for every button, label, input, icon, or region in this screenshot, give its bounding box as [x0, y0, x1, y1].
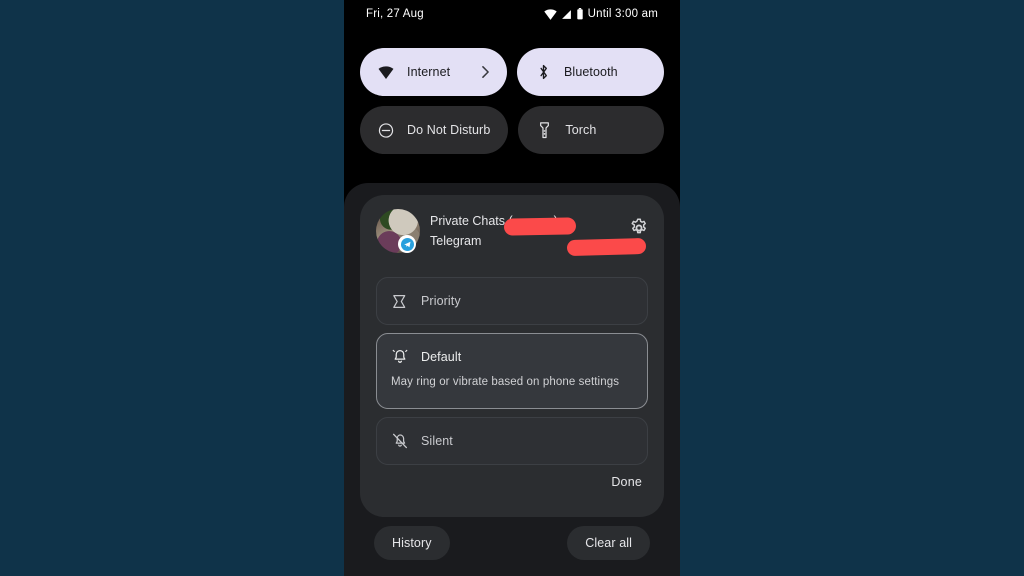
option-priority[interactable]: Priority	[376, 277, 648, 325]
option-silent[interactable]: Silent	[376, 417, 648, 465]
dnd-status-text: Until 3:00 am	[587, 8, 658, 20]
qs-tile-label: Do Not Disturb	[407, 123, 491, 137]
wifi-icon	[378, 64, 394, 80]
qs-tile-label: Internet	[407, 65, 451, 79]
redaction-mark	[503, 217, 577, 236]
quick-settings-row-2: Do Not Disturb Torch	[344, 106, 680, 154]
done-button[interactable]: Done	[611, 475, 642, 489]
clear-all-button[interactable]: Clear all	[567, 526, 650, 560]
qs-tile-do-not-disturb[interactable]: Do Not Disturb	[360, 106, 509, 154]
option-priority-label: Priority	[421, 294, 461, 308]
flashlight-icon	[536, 121, 552, 138]
qs-tile-internet[interactable]: Internet	[360, 48, 507, 96]
option-silent-row: Silent	[377, 418, 647, 464]
status-bar: Fri, 27 Aug Until 3:00 am	[344, 0, 680, 28]
bell-ring-icon	[391, 348, 409, 366]
shade-content: Private Chats ( x) Telegram	[344, 183, 680, 576]
option-default-label: Default	[421, 350, 462, 364]
qs-tile-label: Torch	[565, 123, 597, 137]
option-silent-label: Silent	[421, 434, 453, 448]
chevron-right-icon[interactable]	[482, 66, 489, 78]
qs-tile-bluetooth[interactable]: Bluetooth	[517, 48, 664, 96]
notification-title-block: Private Chats ( x) Telegram	[430, 211, 647, 257]
telegram-icon	[398, 235, 416, 253]
telegram-badge-dot	[400, 237, 414, 251]
avatar	[376, 209, 420, 253]
qs-tile-label: Bluetooth	[564, 65, 618, 79]
redaction-mark	[566, 237, 647, 257]
option-priority-row: Priority	[377, 278, 647, 324]
gear-icon[interactable]	[628, 217, 650, 239]
quick-settings-panel: Internet Bluetooth Do Not Disturb Torch	[344, 48, 680, 164]
screenshot-root: Fri, 27 Aug Until 3:00 am Internet Bluet…	[0, 0, 1024, 576]
priority-flag-icon	[391, 292, 409, 310]
status-bar-icons: Until 3:00 am	[543, 8, 658, 20]
bluetooth-icon	[535, 64, 551, 80]
history-button[interactable]: History	[374, 526, 450, 560]
notification-header: Private Chats ( x) Telegram	[360, 195, 664, 269]
signal-icon	[561, 9, 572, 20]
quick-settings-row-1: Internet Bluetooth	[344, 48, 680, 96]
channel-title-text: Private Chats (	[430, 214, 513, 228]
dnd-icon	[378, 122, 394, 138]
notification-shade: Private Chats ( x) Telegram	[344, 183, 680, 576]
option-default[interactable]: Default May ring or vibrate based on pho…	[376, 333, 648, 409]
battery-icon	[576, 8, 584, 20]
wifi-icon	[543, 8, 557, 20]
bell-off-icon	[391, 432, 409, 450]
qs-tile-torch[interactable]: Torch	[518, 106, 664, 154]
option-default-row: Default	[377, 334, 647, 380]
option-default-description: May ring or vibrate based on phone setti…	[391, 376, 620, 388]
status-bar-date: Fri, 27 Aug	[366, 8, 424, 20]
notification-settings-card: Private Chats ( x) Telegram	[360, 195, 664, 517]
